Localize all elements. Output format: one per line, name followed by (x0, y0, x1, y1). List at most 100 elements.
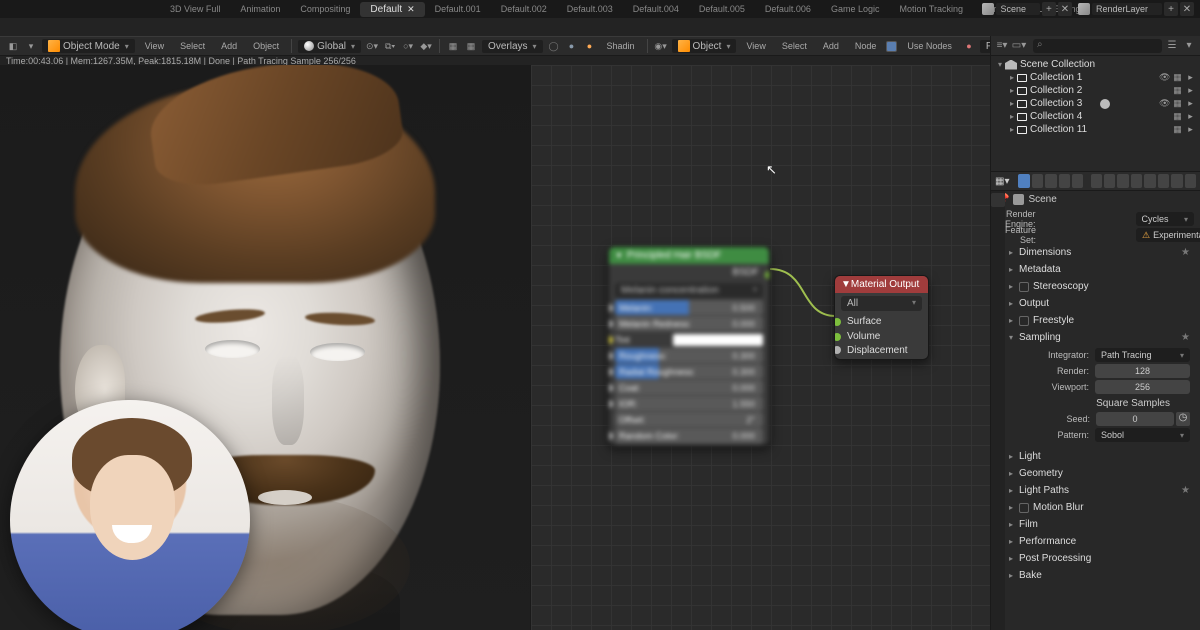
object-tab-icon[interactable] (1091, 174, 1102, 188)
render-toggle-icon[interactable]: ▦ (1172, 98, 1183, 109)
panel-performance[interactable]: ▸Performance (1005, 534, 1194, 549)
outliner-search[interactable] (1033, 39, 1162, 53)
seed-clock-icon[interactable]: ◷ (1176, 412, 1190, 426)
add-scene-button[interactable]: + (1042, 2, 1056, 16)
panel-geometry[interactable]: ▸Geometry (1005, 466, 1194, 481)
collapse-icon[interactable]: ▼ (841, 279, 851, 290)
node-view-menu[interactable]: View (740, 40, 771, 52)
viewlayer-tab-icon[interactable] (1045, 174, 1056, 188)
socket-in-icon[interactable] (608, 336, 613, 344)
viewport-samples-input[interactable]: 256 (1095, 380, 1190, 394)
socket-out-icon[interactable] (765, 271, 770, 279)
outliner-collection[interactable]: ▸Collection 1👁▦▸ (991, 71, 1200, 84)
node-header[interactable]: ▼Material Output (835, 276, 928, 293)
gizmo-icon[interactable]: ◆▾ (419, 39, 433, 53)
ws-tab[interactable]: Default.005 (689, 2, 755, 16)
select-toggle-icon[interactable]: ▸ (1185, 72, 1196, 83)
ws-tab[interactable]: Default.003 (557, 2, 623, 16)
panel-light[interactable]: ▸Light (1005, 449, 1194, 464)
outliner-collection[interactable]: ▸Collection 4▦▸ (991, 110, 1200, 123)
outliner-scene-collection[interactable]: ▾Scene Collection (991, 58, 1200, 71)
panel-sampling[interactable]: ▾Sampling★ (1005, 330, 1194, 345)
socket-in-icon[interactable] (608, 352, 613, 360)
ws-tab[interactable]: Default.001 (425, 2, 491, 16)
props-editor-icon[interactable]: ▦▾ (995, 176, 1009, 187)
param-melanin-redness[interactable]: Melanin Redness:0.000 (615, 316, 763, 331)
node-header[interactable]: ▼Principled Hair BSDF (609, 247, 769, 264)
eye-icon[interactable]: 👁 (1159, 72, 1170, 83)
render-toggle-icon[interactable]: ▦ (1172, 85, 1183, 96)
input-surface[interactable]: Surface (835, 314, 928, 329)
panel-light-paths[interactable]: ▸Light Paths★ (1005, 483, 1194, 498)
object-menu[interactable]: Object (247, 40, 285, 52)
render-toggle-icon[interactable]: ▦ (1172, 111, 1183, 122)
outliner-tree[interactable]: ▾Scene Collection ▸Collection 1👁▦▸ ▸Coll… (991, 56, 1200, 138)
filter-dropdown-icon[interactable]: ▾ (1182, 39, 1196, 53)
param-radial-roughness[interactable]: Radial Roughness:0.300 (615, 364, 763, 379)
outliner-collection[interactable]: ▸Collection 11▦▸ (991, 123, 1200, 136)
eye-icon[interactable]: 👁 (1159, 98, 1170, 109)
shading-matprev-icon[interactable]: ● (583, 39, 597, 53)
panel-metadata[interactable]: ▸Metadata (1005, 262, 1194, 277)
node-datatype[interactable]: Object (672, 39, 737, 53)
ws-tab[interactable]: Default.002 (491, 2, 557, 16)
param-roughness[interactable]: Roughness:0.300 (615, 348, 763, 363)
panel-bake[interactable]: ▸Bake (1005, 568, 1194, 583)
snap-icon[interactable]: ⧉▾ (383, 39, 397, 53)
constraint-tab-icon[interactable] (1144, 174, 1155, 188)
node-editor[interactable]: ↖ ▼Principled Hair BSDF BSDF Melanin con… (530, 65, 990, 630)
param-ior[interactable]: IOR:1.550 (615, 396, 763, 411)
socket-in-icon[interactable] (608, 400, 613, 408)
display-mode-icon[interactable]: ▭▾ (1012, 39, 1026, 53)
remove-layer-button[interactable]: ✕ (1180, 2, 1194, 16)
shading-dropdown[interactable]: Shadin (601, 40, 641, 52)
node-output-bsdf[interactable]: BSDF (609, 264, 769, 281)
checkbox[interactable] (1019, 282, 1029, 292)
pin-icon[interactable]: ★ (1181, 332, 1190, 343)
panel-dimensions[interactable]: ▸Dimensions★ (1005, 245, 1194, 260)
shading-solid-icon[interactable]: ● (565, 39, 579, 53)
overlays-toggle[interactable]: Overlays (482, 40, 542, 53)
render-engine-select[interactable]: Cycles (1136, 212, 1194, 226)
checkbox[interactable] (1019, 316, 1029, 326)
mode-selector[interactable]: Object Mode (42, 39, 135, 53)
add-menu[interactable]: Add (215, 40, 243, 52)
seed-input[interactable]: 0 (1096, 412, 1174, 426)
outliner-collection[interactable]: ▸Collection 3👁▦▸ (991, 97, 1200, 110)
render-tab-icon[interactable] (1018, 174, 1029, 188)
render-samples-input[interactable]: 128 (1095, 364, 1190, 378)
ws-tab[interactable]: 3D View Full (160, 2, 230, 16)
select-menu[interactable]: Select (174, 40, 211, 52)
add-layer-button[interactable]: + (1164, 2, 1178, 16)
select-toggle-icon[interactable]: ▸ (1185, 124, 1196, 135)
material-icon[interactable]: ● (962, 39, 976, 53)
view-menu[interactable]: View (139, 40, 170, 52)
socket-in-icon[interactable] (608, 368, 613, 376)
ws-tab[interactable]: Motion Tracking (889, 2, 973, 16)
param-offset[interactable]: Offset:2° (615, 412, 763, 427)
param-melanin[interactable]: Melanin:0.500 (615, 300, 763, 315)
node-add-menu[interactable]: Add (817, 40, 845, 52)
scene-tab-icon[interactable] (1059, 174, 1070, 188)
pivot-icon[interactable]: ⊙▾ (365, 39, 379, 53)
proportional-icon[interactable]: ○▾ (401, 39, 415, 53)
socket-in-icon[interactable] (834, 346, 841, 354)
vtab-icon[interactable] (991, 193, 1005, 207)
panel-freestyle[interactable]: ▸Freestyle (1005, 313, 1194, 328)
node-principled-hair[interactable]: ▼Principled Hair BSDF BSDF Melanin conce… (608, 246, 770, 446)
integrator-select[interactable]: Path Tracing (1095, 348, 1190, 362)
remove-scene-button[interactable]: ✕ (1058, 2, 1072, 16)
input-displacement[interactable]: Displacement (835, 344, 928, 359)
ws-tab-active[interactable]: Default ✕ (360, 2, 424, 17)
use-nodes-checkbox[interactable] (886, 41, 897, 52)
orientation-selector[interactable]: Global (298, 40, 361, 53)
param-random-roughness[interactable]: Random Roughness:0.000 (615, 444, 763, 446)
socket-in-icon[interactable] (834, 333, 841, 341)
modifier-tab-icon[interactable] (1104, 174, 1115, 188)
color-swatch[interactable] (673, 334, 763, 346)
socket-in-icon[interactable] (608, 384, 613, 392)
param-random-color[interactable]: Random Color:0.000 (615, 428, 763, 443)
texture-tab-icon[interactable] (1185, 174, 1196, 188)
socket-in-icon[interactable] (834, 318, 841, 326)
outliner-type-icon[interactable]: ≡▾ (995, 39, 1009, 53)
